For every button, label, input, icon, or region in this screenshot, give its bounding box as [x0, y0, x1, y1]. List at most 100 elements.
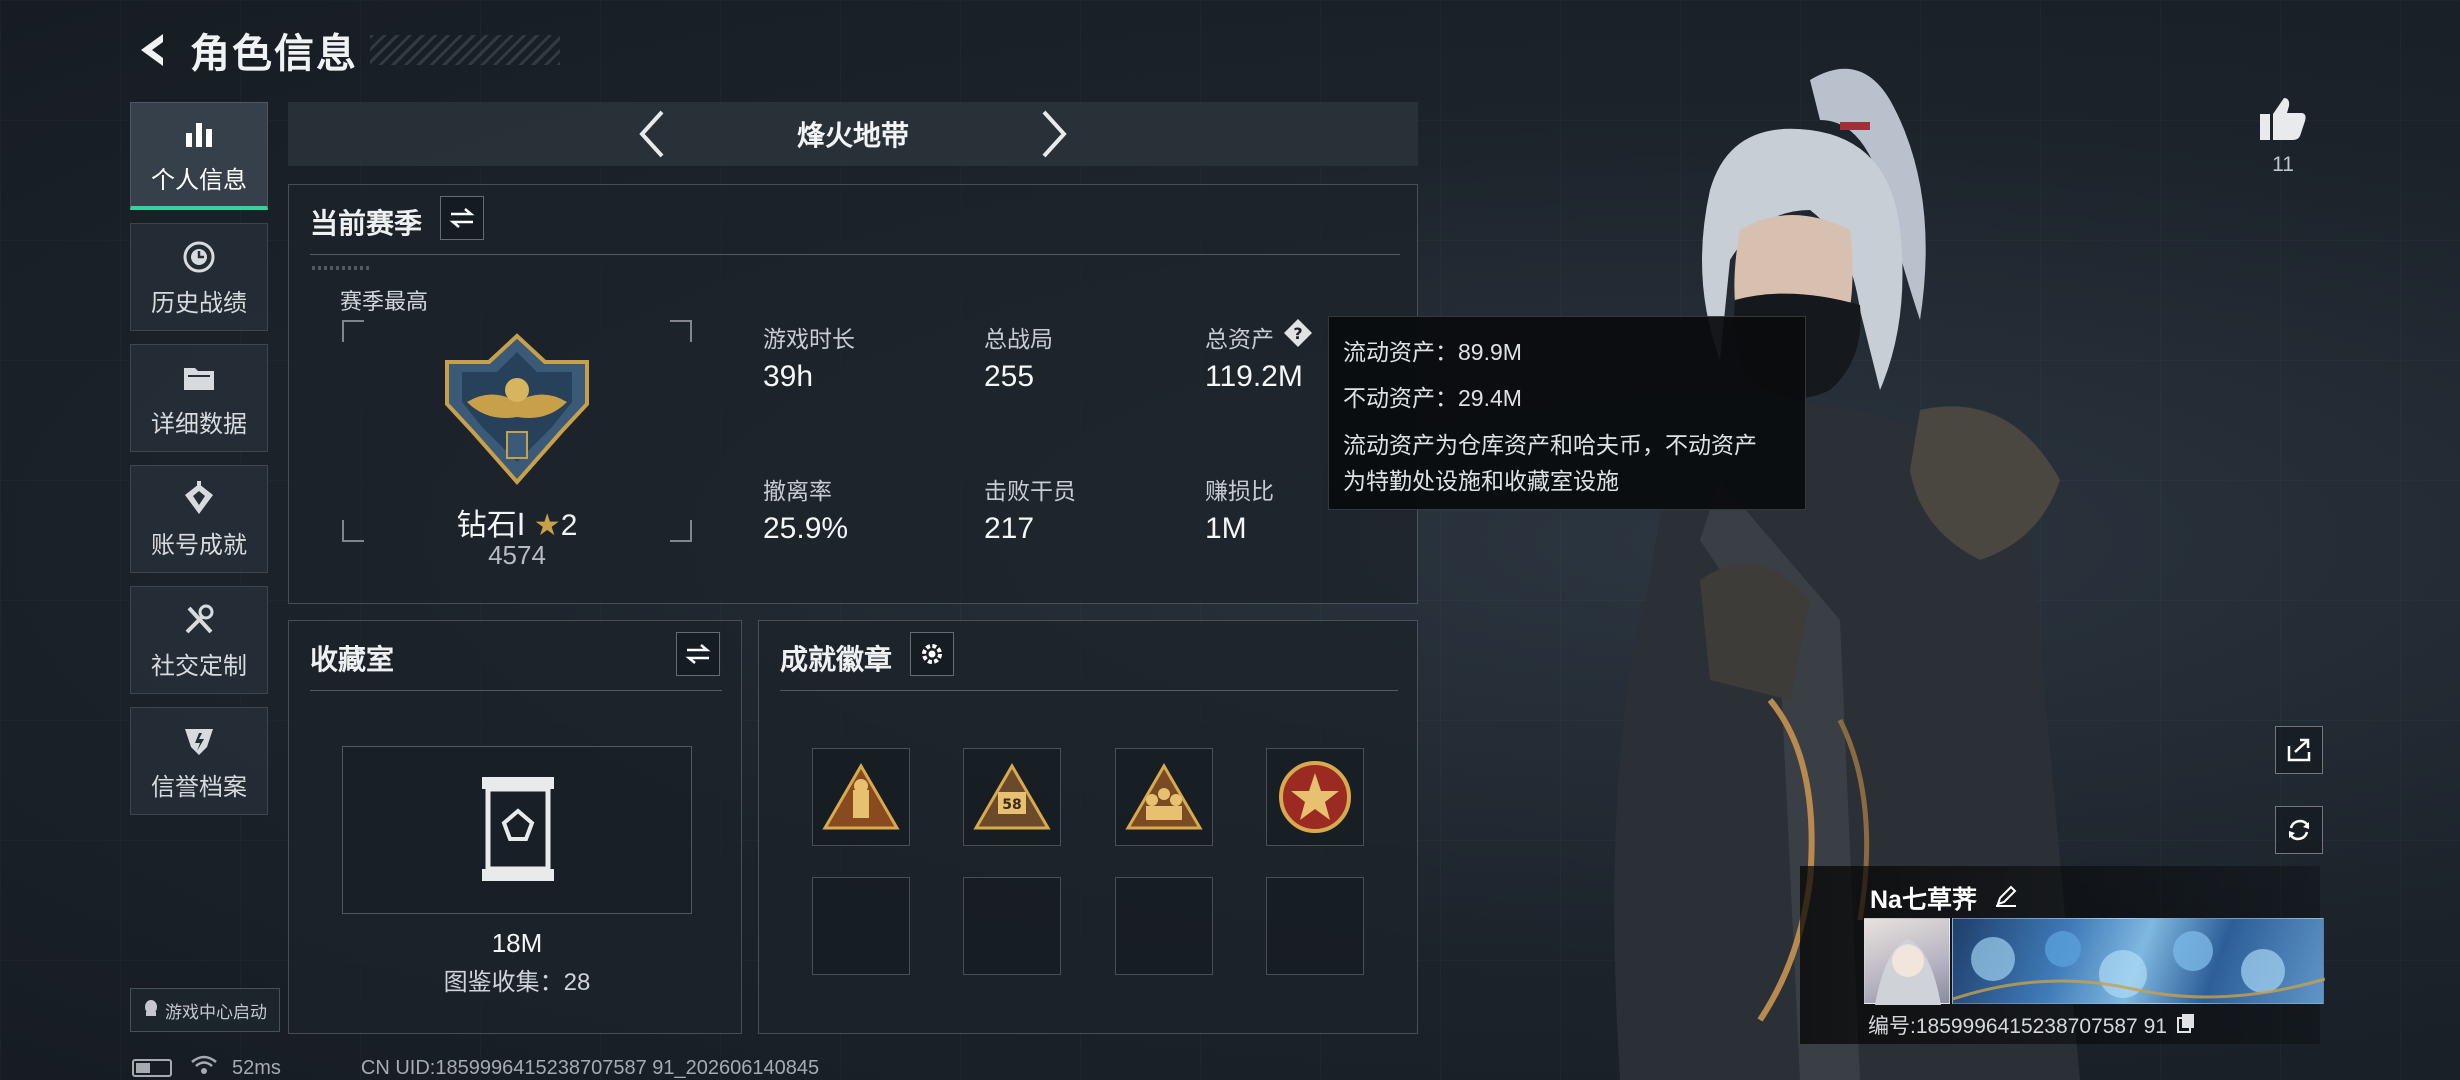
sidebar-item-history[interactable]: 历史战绩 [130, 223, 268, 331]
achievement-icon [179, 479, 219, 519]
avatar-portrait [1875, 939, 1941, 1005]
qq-icon [143, 999, 159, 1022]
sidebar-item-label: 信誉档案 [151, 773, 247, 801]
rank-stars: 2 [560, 509, 578, 542]
season-divider [310, 254, 1400, 255]
gear-icon [922, 644, 942, 664]
rank-name: 钻石Ⅰ ★2 [342, 500, 692, 544]
title-decoration [370, 35, 560, 65]
battery-icon [132, 1059, 172, 1077]
player-banner[interactable] [1952, 918, 2326, 1004]
page-title: 角色信息 [190, 32, 358, 76]
sidebar: 个人信息 历史战绩 详细数据 账号成就 社交定制 信誉档案 [130, 102, 270, 828]
mode-next-button[interactable] [1029, 104, 1079, 164]
like-count: 11 [2272, 153, 2294, 176]
credit-icon [179, 721, 219, 761]
player-id-text: 编号:1859996415238707587 91 [1868, 1015, 2167, 1038]
swap-icon [685, 644, 711, 664]
stat-label: 赚损比 [1205, 478, 1274, 504]
stat-value: 1M [1205, 512, 1247, 545]
chevron-right-icon [1042, 110, 1067, 158]
badge-squad-triangle-icon [1125, 763, 1203, 830]
refresh-button[interactable] [2275, 806, 2323, 854]
season-title: 当前赛季 [310, 208, 423, 239]
launch-label: 游戏中心启动 [165, 1002, 267, 1022]
collection-display[interactable] [342, 746, 692, 914]
badges-divider [780, 690, 1398, 691]
season-best-label: 赛季最高 [340, 289, 429, 314]
history-icon [179, 237, 219, 277]
sidebar-item-credit-record[interactable]: 信誉档案 [130, 707, 268, 815]
banner-flowers-image [1952, 931, 2326, 1001]
mode-name: 烽火地带 [796, 120, 909, 151]
sidebar-item-label: 历史战绩 [151, 289, 247, 317]
back-arrow-icon [141, 34, 163, 66]
stat-label: 撤离率 [763, 478, 832, 504]
player-name-text: Na七草荠 [1870, 886, 1977, 914]
mode-prev-button[interactable] [627, 104, 677, 164]
badges-settings-button[interactable] [910, 632, 954, 676]
player-id: 编号:1859996415238707587 91 [1868, 1010, 2195, 1040]
sidebar-item-label: 详细数据 [151, 410, 247, 438]
stat-value: 39h [763, 360, 814, 393]
tooltip-desc-line1: 流动资产为仓库资产和哈夫币，不动资产 [1343, 432, 1757, 458]
svg-text:58: 58 [1002, 797, 1021, 813]
sidebar-item-label: 社交定制 [151, 652, 247, 680]
edit-name-icon[interactable] [1994, 885, 2018, 914]
rank-tier: 钻石Ⅰ [456, 509, 526, 542]
uid-text: CN UID:1859996415238707587 91_2026061408… [360, 1056, 820, 1079]
sidebar-item-achievements[interactable]: 账号成就 [130, 465, 268, 573]
display-case-icon [482, 777, 554, 881]
share-button[interactable] [2275, 726, 2323, 774]
sidebar-item-label: 个人信息 [151, 167, 247, 194]
decor-text [312, 266, 372, 270]
assets-tooltip: 流动资产：89.9M 不动资产：29.4M 流动资产为仓库资产和哈夫币，不动资产… [1328, 316, 1806, 510]
badge-slot[interactable] [812, 748, 910, 846]
collection-switch-button[interactable] [676, 632, 720, 676]
badge-slot-empty[interactable] [1115, 877, 1213, 975]
page-header: 角色信息 [130, 20, 560, 80]
star-icon: ★ [533, 509, 561, 542]
badges-title: 成就徽章 [780, 644, 893, 675]
badge-slot-empty[interactable] [812, 877, 910, 975]
stat-label: 总资产 [1205, 326, 1274, 352]
badge-slot[interactable] [1115, 748, 1213, 846]
sidebar-item-label: 账号成就 [151, 531, 247, 559]
share-icon [2287, 738, 2311, 762]
sidebar-item-social-custom[interactable]: 社交定制 [130, 586, 268, 694]
mode-selector: 烽火地带 [288, 102, 1418, 166]
sidebar-item-personal-info[interactable]: 个人信息 [130, 102, 268, 210]
season-switch-button[interactable] [440, 196, 484, 240]
badge-slot-empty[interactable] [963, 877, 1061, 975]
like-button[interactable]: 11 [2255, 96, 2311, 177]
tooltip-liquid: 流动资产：89.9M [1343, 339, 1522, 365]
game-center-launch-button[interactable]: 游戏中心启动 [130, 988, 280, 1032]
rank-emblem-icon [445, 333, 589, 486]
badge-slot[interactable]: 58 [963, 748, 1061, 846]
bar-chart-icon [179, 114, 219, 154]
collection-title: 收藏室 [310, 644, 395, 675]
tooltip-desc-line2: 为特勤处设施和收藏室设施 [1343, 468, 1619, 494]
sidebar-item-detailed-data[interactable]: 详细数据 [130, 344, 268, 452]
stat-value: 217 [984, 512, 1035, 545]
info-icon[interactable]: ? [1283, 318, 1313, 348]
player-avatar[interactable] [1864, 918, 1950, 1005]
player-name: Na七草荠 [1870, 880, 2018, 916]
stat-label: 击败干员 [984, 478, 1076, 504]
badge-soldier-triangle-icon [822, 763, 900, 830]
frame-corner [670, 320, 692, 342]
collection-atlas: 图鉴收集：28 [443, 969, 591, 996]
frame-corner [342, 320, 364, 342]
collection-value: 18M [491, 928, 543, 958]
svg-text:?: ? [1293, 324, 1302, 343]
badge-slot[interactable] [1266, 748, 1364, 846]
chevron-left-icon [639, 110, 664, 158]
stat-label: 游戏时长 [763, 326, 855, 352]
back-button[interactable] [130, 27, 176, 73]
thumbs-up-icon [2260, 98, 2306, 140]
folder-icon [179, 358, 219, 398]
refresh-icon [2288, 819, 2310, 841]
badge-slot-empty[interactable] [1266, 877, 1364, 975]
swap-icon [449, 208, 475, 228]
copy-icon[interactable] [2176, 1014, 2195, 1038]
